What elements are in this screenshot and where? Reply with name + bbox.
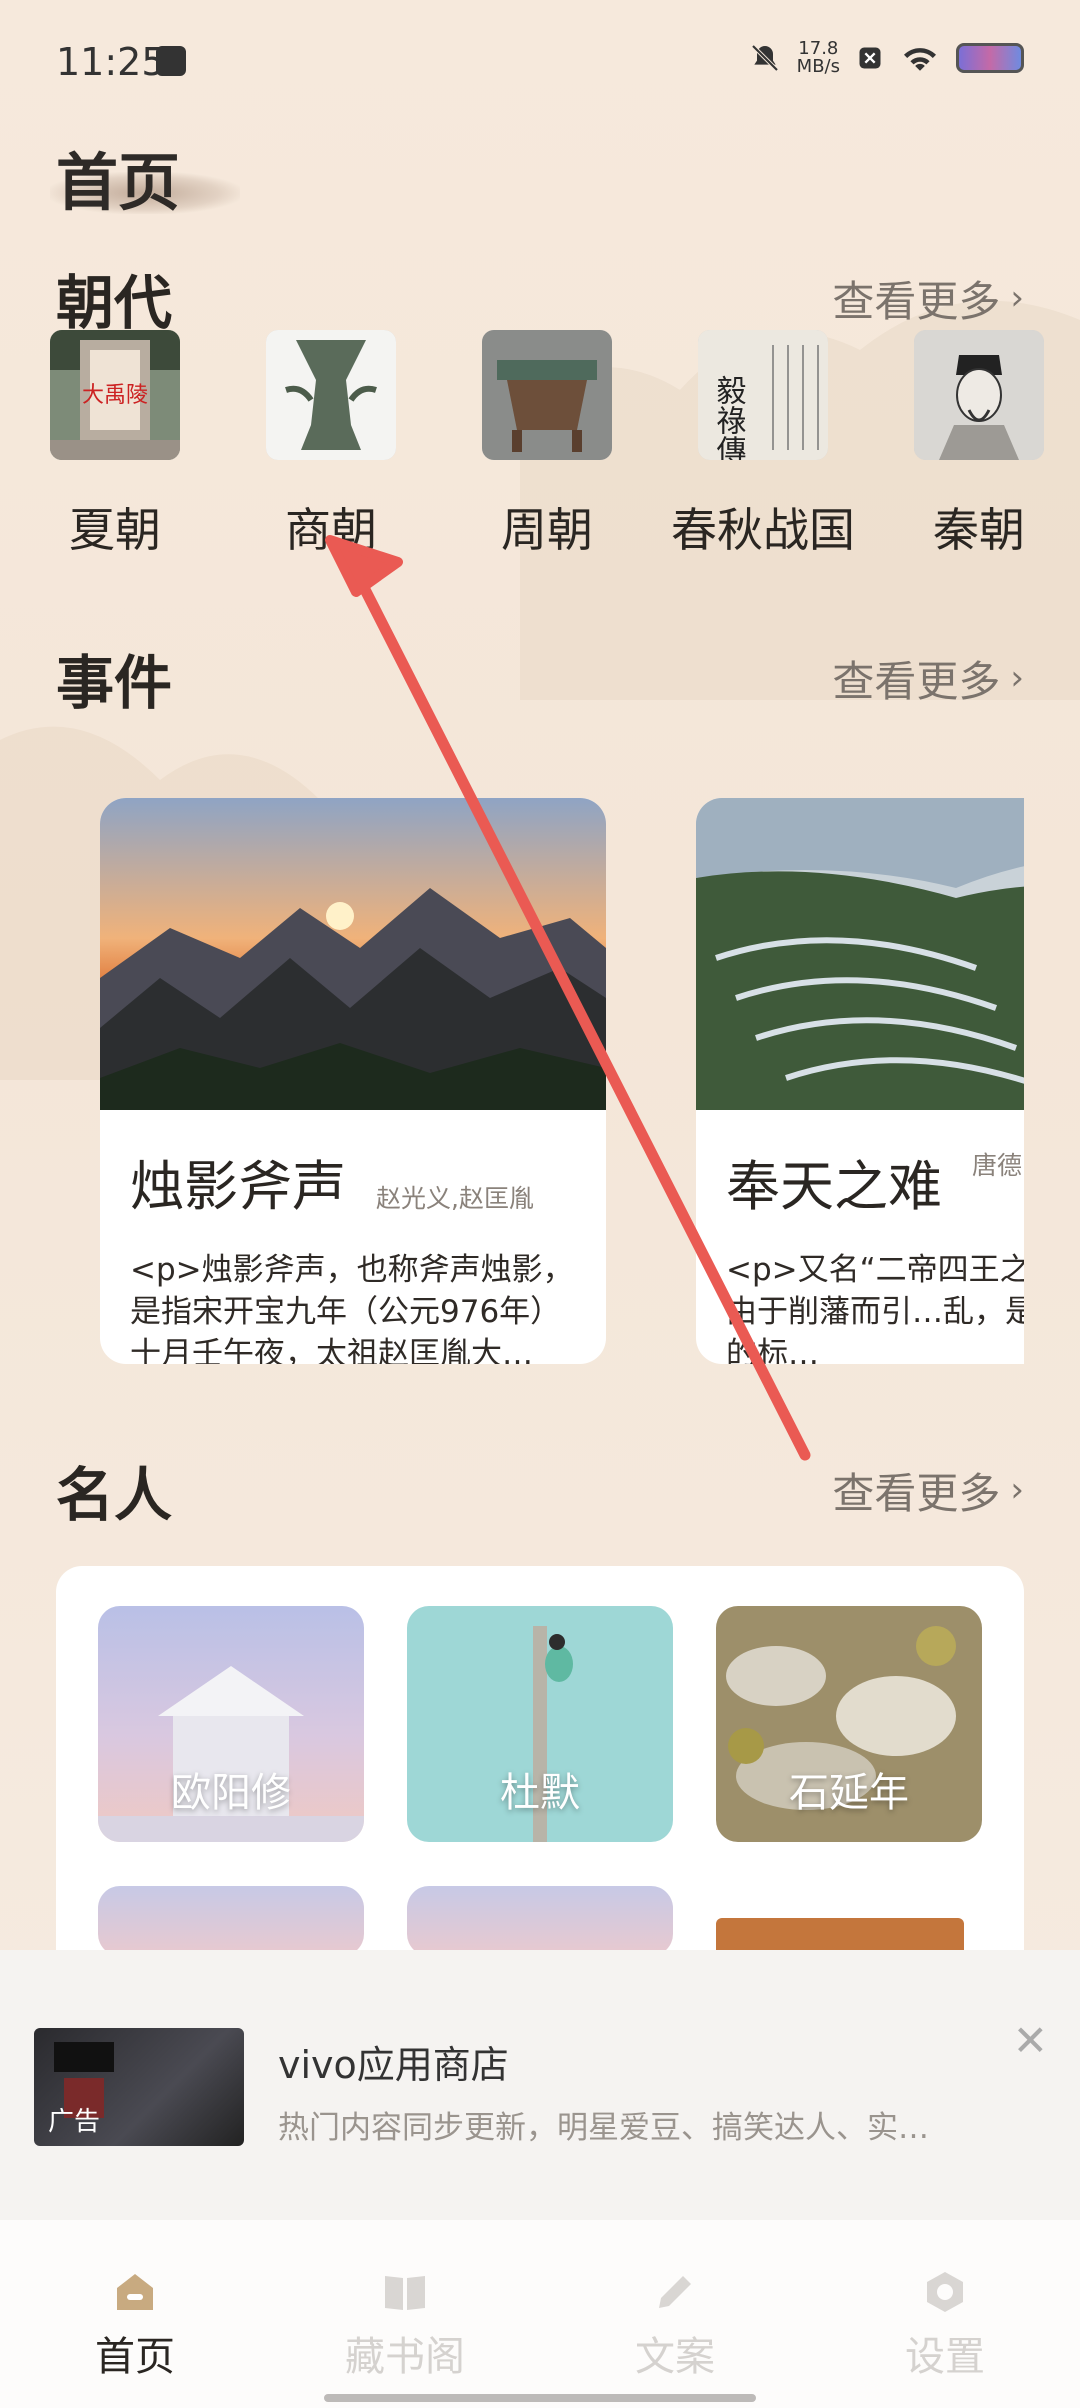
celebrities-grid: 欧阳修 杜默 石延年 xyxy=(56,1566,1024,1956)
event-people: 唐德 xyxy=(972,1151,1023,1180)
ad-title: vivo应用商店 xyxy=(278,2043,509,2087)
dynasty-section-title: 朝代 xyxy=(56,269,173,337)
dynasty-more-label: 查看更多 xyxy=(832,276,1001,326)
tab-home[interactable]: 首页 xyxy=(35,2220,235,2408)
page-title-block: 首页 xyxy=(50,132,240,222)
event-title: 奉天之难 xyxy=(726,1155,942,1218)
events-more-link[interactable]: 查看更多 › xyxy=(832,648,1024,709)
event-description: <p>又名“二帝四王之…是一场由于削藩而引…乱，是晚唐败落的标… xyxy=(726,1252,1024,1364)
celebrity-card[interactable] xyxy=(98,1886,364,1956)
celebrity-name: 杜默 xyxy=(500,1770,580,1816)
event-image-rice-terraces xyxy=(696,798,1024,1110)
battery-icon xyxy=(956,43,1024,73)
home-indicator[interactable] xyxy=(324,2394,756,2402)
event-card[interactable]: 烛影斧声 赵光义,赵匡胤 <p>烛影斧声，也称斧声烛影，是指宋开宝九年（公元97… xyxy=(100,798,606,1364)
dynasty-thumb-chunqiu: 毅祿傳 xyxy=(698,330,828,460)
tab-settings[interactable]: 设置 xyxy=(845,2220,1045,2408)
celebrity-name: 石延年 xyxy=(789,1770,909,1816)
dynasty-label: 秦朝 xyxy=(933,503,1025,557)
ad-description: 热门内容同步更新，明星爱豆、搞笑达人、实… xyxy=(278,2110,929,2146)
dynasty-item-chunqiu[interactable]: 毅祿傳 春秋战国 xyxy=(671,330,855,560)
chevron-right-icon: › xyxy=(1010,278,1024,318)
chevron-right-icon: › xyxy=(1010,1470,1024,1510)
event-title: 烛影斧声 xyxy=(130,1155,346,1218)
dynasty-list: 大禹陵 夏朝 商朝 周朝 毅祿傳 春秋战国 秦朝 xyxy=(40,330,1044,560)
dynasty-item-zhou[interactable]: 周朝 xyxy=(472,330,622,560)
sim-off-icon xyxy=(859,47,881,69)
ad-thumbnail: 广告 xyxy=(34,2028,244,2146)
celebrities-more-label: 查看更多 xyxy=(832,1468,1001,1518)
network-speed-unit: MB/s xyxy=(796,56,840,77)
event-description: <p>烛影斧声，也称斧声烛影，是指宋开宝九年（公元976年）十月壬午夜，太祖赵匡… xyxy=(130,1252,574,1364)
home-icon xyxy=(117,2274,153,2310)
dynasty-label: 春秋战国 xyxy=(671,503,855,557)
dynasty-thumb-chunqiu-text: 毅祿傳 xyxy=(711,375,747,460)
celebrities-section-header: 名人 查看更多 › xyxy=(56,1448,1024,1532)
events-section-header: 事件 查看更多 › xyxy=(56,636,1024,720)
dynasty-thumb-zhou xyxy=(482,330,612,460)
events-carousel[interactable]: 烛影斧声 赵光义,赵匡胤 <p>烛影斧声，也称斧声烛影，是指宋开宝九年（公元97… xyxy=(0,798,1024,1364)
tab-copywriting[interactable]: 文案 xyxy=(575,2220,775,2408)
event-title-row: 烛影斧声 赵光义,赵匡胤 xyxy=(100,1114,606,1221)
celebrity-name: 欧阳修 xyxy=(171,1770,291,1816)
celebrity-card[interactable]: 杜默 xyxy=(407,1606,673,1842)
close-icon[interactable]: ✕ xyxy=(1013,2016,1048,2065)
dynasty-section-header: 朝代 查看更多 › xyxy=(56,256,1024,340)
dynasty-item-xia[interactable]: 大禹陵 夏朝 xyxy=(40,330,190,560)
tab-library[interactable]: 藏书阁 xyxy=(305,2220,505,2408)
ad-banner[interactable]: 广告 vivo应用商店 热门内容同步更新，明星爱豆、搞笑达人、实… ✕ xyxy=(0,1950,1080,2220)
dynasty-label: 夏朝 xyxy=(69,503,161,557)
dynasty-label: 周朝 xyxy=(501,503,593,557)
tab-label: 首页 xyxy=(95,2334,175,2380)
pen-icon xyxy=(659,2276,691,2308)
wifi-icon xyxy=(904,48,936,71)
mute-bell-icon xyxy=(751,44,779,72)
dynasty-more-link[interactable]: 查看更多 › xyxy=(832,268,1024,329)
message-notification-icon xyxy=(156,46,186,76)
status-time: 11:25 xyxy=(56,40,166,84)
events-more-label: 查看更多 xyxy=(832,656,1001,706)
tab-label: 设置 xyxy=(905,2334,985,2380)
dynasty-label: 商朝 xyxy=(285,503,377,557)
celebrity-card[interactable]: 欧阳修 xyxy=(98,1606,364,1842)
bottom-tab-bar: 首页 藏书阁 文案 设置 xyxy=(0,2220,1080,2408)
tab-label: 藏书阁 xyxy=(345,2334,465,2380)
dynasty-item-qin[interactable]: 秦朝 xyxy=(904,330,1054,560)
book-icon xyxy=(385,2276,425,2310)
settings-icon xyxy=(927,2272,963,2312)
celebrity-card[interactable]: 石延年 xyxy=(716,1606,982,1842)
celebrities-section-title: 名人 xyxy=(56,1461,173,1529)
chevron-right-icon: › xyxy=(1010,658,1024,698)
dynasty-thumb-xia-text: 大禹陵 xyxy=(82,383,148,408)
celebrity-card[interactable] xyxy=(407,1886,673,1956)
event-title-row: 奉天之难 唐德 xyxy=(696,1114,1024,1221)
dynasty-thumb-xia: 大禹陵 xyxy=(50,330,180,460)
page-title: 首页 xyxy=(56,146,181,219)
event-card[interactable]: 奉天之难 唐德 <p>又名“二帝四王之…是一场由于削藩而引…乱，是晚唐败落的标… xyxy=(696,798,1024,1364)
network-speed: 17.8 MB/s xyxy=(797,40,840,76)
tab-label: 文案 xyxy=(635,2334,715,2380)
event-image-sunset-mountains xyxy=(100,798,606,1110)
dynasty-item-shang[interactable]: 商朝 xyxy=(256,330,406,560)
status-bar: 11:25 17.8 MB/s xyxy=(0,0,1080,120)
ad-badge: 广告 xyxy=(48,2107,101,2137)
status-icons: 17.8 MB/s xyxy=(749,40,1024,76)
dynasty-thumb-qin xyxy=(914,330,1044,460)
celebrities-more-link[interactable]: 查看更多 › xyxy=(832,1460,1024,1521)
events-section-title: 事件 xyxy=(56,649,173,717)
ad-thumb-logo xyxy=(54,2042,114,2072)
dynasty-thumb-shang xyxy=(266,330,396,460)
event-people: 赵光义,赵匡胤 xyxy=(376,1184,534,1213)
